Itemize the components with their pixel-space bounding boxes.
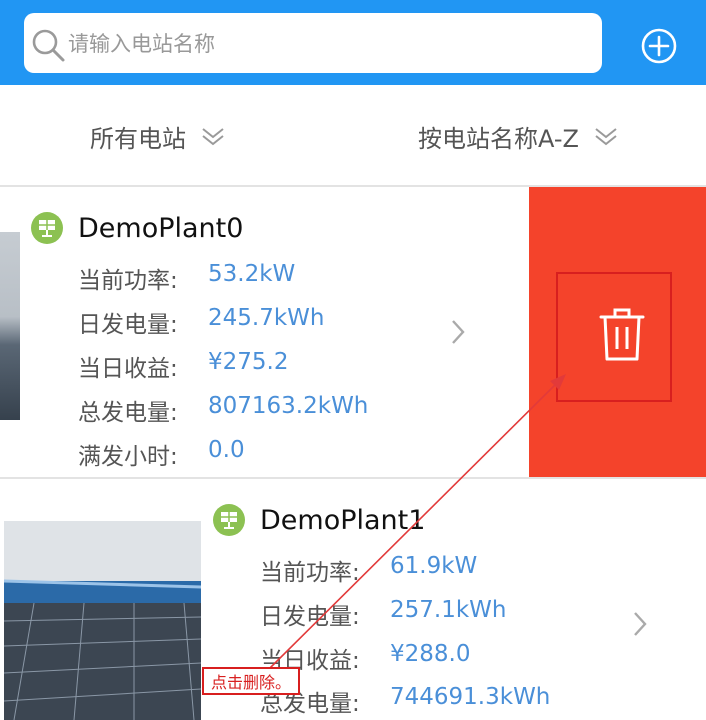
current-power-row: 当前功率: 61.9kW <box>260 553 477 587</box>
row-value: 245.7kWh <box>208 305 325 331</box>
row-label: 当前功率: <box>260 560 360 586</box>
daily-income-row: 当日收益: ¥275.2 <box>78 349 288 383</box>
add-plant-icon[interactable] <box>640 27 678 65</box>
daily-energy-row: 日发电量: 245.7kWh <box>78 305 324 339</box>
search-icon <box>32 29 65 62</box>
row-label: 日发电量: <box>78 312 178 338</box>
plant-card[interactable]: DemoPlant1 当前功率: 61.9kW 日发电量: 257.1kWh 当… <box>0 479 706 720</box>
solar-plant-icon <box>31 212 63 244</box>
station-filter-label: 所有电站 <box>90 125 186 153</box>
row-value: ¥275.2 <box>208 349 289 375</box>
row-label: 总发电量: <box>78 400 178 426</box>
row-value: ¥288.0 <box>390 641 471 667</box>
filter-bar: 所有电站 按电站名称A-Z <box>0 85 706 187</box>
annotation-label: 点击删除。 <box>202 667 300 695</box>
solar-plant-icon <box>213 504 245 536</box>
highlight-box <box>556 272 672 402</box>
row-value: 744691.3kWh <box>390 684 551 710</box>
chevron-down-icon <box>595 127 617 145</box>
sort-dropdown[interactable]: 按电站名称A-Z <box>418 119 619 154</box>
chevron-down-icon <box>202 127 224 145</box>
plant-thumbnail <box>0 232 20 420</box>
chevron-right-icon[interactable] <box>630 609 650 639</box>
daily-energy-row: 日发电量: 257.1kWh <box>260 597 506 631</box>
row-value: 257.1kWh <box>390 597 507 623</box>
row-label: 当前功率: <box>78 268 178 294</box>
search-input[interactable] <box>66 23 590 65</box>
current-power-row: 当前功率: 53.2kW <box>78 261 295 295</box>
total-energy-row: 总发电量: 807163.2kWh <box>78 393 368 427</box>
row-value: 0.0 <box>208 437 245 463</box>
row-value: 807163.2kWh <box>208 393 369 419</box>
row-value: 53.2kW <box>208 261 296 287</box>
sort-label: 按电站名称A-Z <box>418 125 579 153</box>
plant-photo <box>4 521 201 720</box>
row-label: 日发电量: <box>260 604 360 630</box>
full-load-hours-row: 满发小时: 0.0 <box>78 437 245 471</box>
top-bar <box>0 0 706 85</box>
station-filter-dropdown[interactable]: 所有电站 <box>90 119 226 154</box>
total-energy-row: 总发电量: 744691.3kWh <box>260 684 550 718</box>
row-label: 满发小时: <box>78 444 178 470</box>
search-box[interactable] <box>24 13 602 73</box>
row-label: 当日收益: <box>78 356 178 382</box>
plant-name: DemoPlant0 <box>78 213 244 244</box>
plant-name: DemoPlant1 <box>260 505 426 536</box>
chevron-right-icon[interactable] <box>448 317 468 347</box>
row-value: 61.9kW <box>390 553 478 579</box>
